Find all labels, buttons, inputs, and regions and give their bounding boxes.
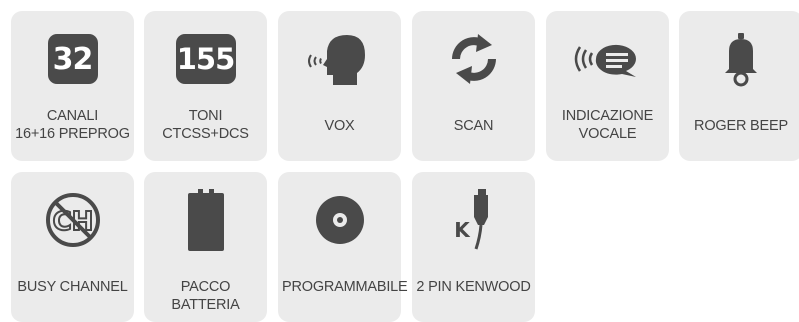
feature-label: ROGER BEEP <box>683 117 799 135</box>
feature-label-line: SCAN <box>453 118 494 134</box>
feature-label-line: 16+16 PREPROG <box>15 126 130 142</box>
voice-bubble-icon <box>546 29 669 89</box>
feature-label: PACCO BATTERIA <box>148 278 263 314</box>
feature-label-line: VOCALE <box>578 126 637 142</box>
feature-label-line: PROGRAMMABILE <box>282 279 408 295</box>
scan-arrows-icon <box>412 29 535 89</box>
feature-tile-pacco-batteria: PACCO BATTERIA <box>144 172 267 322</box>
feature-label-line: PACCO BATTERIA <box>171 279 240 313</box>
feature-label: SCAN <box>416 117 531 135</box>
feature-tile-canali: 32 CANALI 16+16 PREPROG <box>11 11 134 161</box>
speaking-head-icon <box>278 29 401 89</box>
feature-tile-programmabile: PROGRAMMABILE <box>278 172 408 322</box>
feature-label-line: ROGER BEEP <box>694 118 788 134</box>
feature-label-line: BUSY CHANNEL <box>17 279 128 295</box>
feature-label: VOX <box>282 117 397 135</box>
feature-tile-roger-beep: ROGER BEEP <box>679 11 799 161</box>
channels-badge: 32 <box>47 34 98 84</box>
tones-number-icon: 155 <box>144 29 267 89</box>
feature-label: TONI CTCSS+DCS <box>148 107 263 143</box>
feature-label-line: TONI <box>188 108 223 124</box>
kenwood-plug-icon: K <box>412 189 535 250</box>
feature-tile-vox: VOX <box>278 11 401 161</box>
feature-label-line: CANALI <box>46 108 99 124</box>
feature-tile-toni: 155 TONI CTCSS+DCS <box>144 11 267 161</box>
feature-tile-busy-channel: CH BUSY CHANNEL <box>11 172 134 322</box>
bell-icon <box>679 29 799 89</box>
feature-label: 2 PIN KENWOOD <box>416 278 531 296</box>
feature-tile-scan: SCAN <box>412 11 535 161</box>
feature-label-line: INDICAZIONE <box>561 108 654 124</box>
tones-badge: 155 <box>175 34 236 84</box>
feature-label-line: 2 PIN KENWOOD <box>416 279 531 295</box>
feature-tile-indicazione-vocale: INDICAZIONE VOCALE <box>546 11 669 161</box>
feature-label: PROGRAMMABILE <box>282 278 408 296</box>
battery-icon <box>144 189 267 251</box>
kenwood-k-text: K <box>454 218 471 242</box>
feature-label: CANALI 16+16 PREPROG <box>15 107 130 143</box>
feature-label: INDICAZIONE VOCALE <box>550 107 665 143</box>
channels-number-icon: 32 <box>11 29 134 89</box>
feature-label-line: VOX <box>324 118 355 134</box>
feature-label-line: CTCSS+DCS <box>162 126 249 142</box>
disc-icon <box>278 190 401 250</box>
feature-label: BUSY CHANNEL <box>15 278 130 296</box>
busy-channel-icon: CH <box>11 190 134 250</box>
feature-tile-2-pin-kenwood: K 2 PIN KENWOOD <box>412 172 535 322</box>
